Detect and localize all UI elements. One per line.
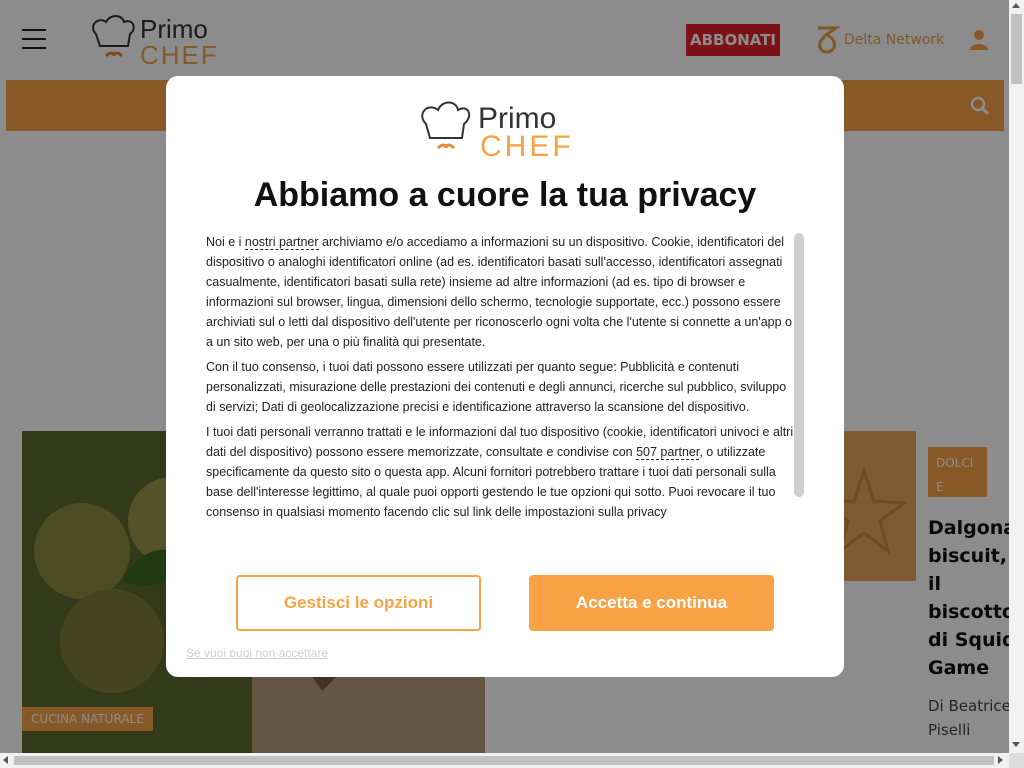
privacy-text-scrollbar[interactable] (794, 233, 804, 497)
vertical-scroll-thumb[interactable] (1011, 14, 1022, 84)
accept-continue-button[interactable]: Accetta e continua (529, 575, 774, 631)
privacy-modal: Primo CHEF Abbiamo a cuore la tua privac… (166, 76, 844, 677)
modal-title: Abbiamo a cuore la tua privacy (253, 176, 757, 214)
scroll-up-icon[interactable] (1012, 3, 1020, 8)
refuse-link[interactable]: Se vuoi puoi non accettare (186, 646, 328, 660)
scroll-left-icon[interactable] (3, 756, 8, 764)
modal-logo-chef: CHEF (480, 130, 574, 162)
scroll-right-icon[interactable] (998, 756, 1003, 764)
privacy-paragraph-3: I tuoi dati personali verranno trattati … (206, 425, 794, 519)
modal-logo: Primo CHEF (421, 101, 574, 162)
horizontal-scroll-thumb[interactable] (14, 756, 994, 765)
privacy-text: Noi e i nostri partner archiviamo e/o ac… (206, 232, 796, 542)
privacy-paragraph-2: Con il tuo consenso, i tuoi dati possono… (206, 360, 787, 414)
privacy-paragraph-1: Noi e i nostri partner archiviamo e/o ac… (206, 235, 792, 349)
scrollbar-corner (1009, 753, 1024, 768)
scroll-down-icon[interactable] (1012, 742, 1020, 747)
horizontal-scrollbar[interactable] (0, 753, 1009, 768)
partners-link[interactable]: nostri partner (244, 235, 319, 250)
vertical-scrollbar[interactable] (1009, 0, 1024, 753)
partners-count-link[interactable]: 507 partner (636, 445, 700, 460)
manage-options-button[interactable]: Gestisci le opzioni (236, 575, 481, 631)
